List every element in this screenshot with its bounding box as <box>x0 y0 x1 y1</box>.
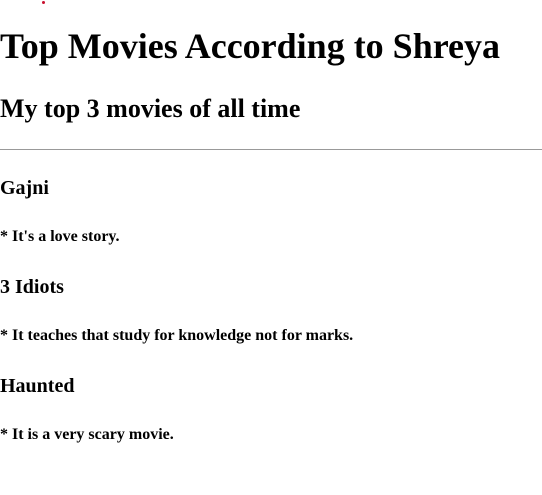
movie-title: Gajni <box>0 177 49 199</box>
movie-note: * It is a very scary movie. <box>0 426 174 443</box>
cursor-dot <box>42 1 45 4</box>
movie-title: 3 Idiots <box>0 276 64 298</box>
page: Top Movies According to Shreya My top 3 … <box>0 0 542 495</box>
movie-note: * It's a love story. <box>0 228 120 245</box>
movie-note: * It teaches that study for knowledge no… <box>0 327 354 344</box>
page-subtitle: My top 3 movies of all time <box>0 94 301 123</box>
movie-title: Haunted <box>0 375 75 397</box>
divider <box>0 149 542 150</box>
page-title: Top Movies According to Shreya <box>0 26 501 66</box>
